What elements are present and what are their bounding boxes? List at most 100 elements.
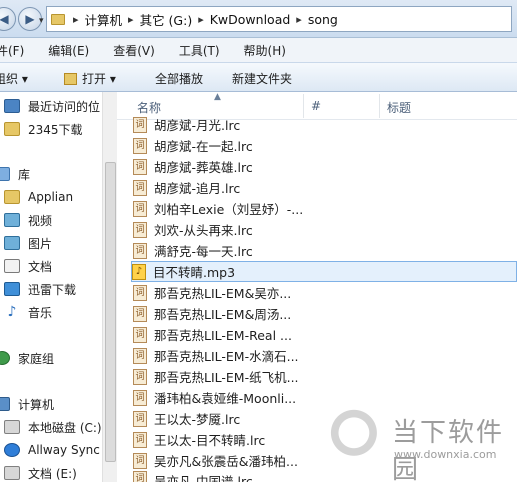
sidebar-item-label: 最近访问的位 bbox=[28, 99, 101, 114]
breadcrumb-separator: ▸ bbox=[73, 12, 79, 26]
menu-edit[interactable]: 编辑(E) bbox=[48, 42, 89, 59]
lyrics-file-icon: 词 bbox=[133, 347, 147, 364]
sidebar-scrollbar[interactable] bbox=[102, 92, 117, 482]
sidebar-item-libraries[interactable]: 库 bbox=[0, 164, 30, 184]
library-icon bbox=[0, 167, 10, 181]
breadcrumb-song[interactable]: song bbox=[304, 12, 342, 27]
folder-icon bbox=[4, 122, 20, 136]
file-name: 吴亦凡-中国谱.lrc bbox=[154, 474, 253, 482]
file-row[interactable]: 词满舒克-每一天.lrc bbox=[133, 240, 503, 261]
file-name: 那吾克热LIL-EM&周汤... bbox=[154, 307, 292, 322]
menu-tools[interactable]: 工具(T) bbox=[179, 42, 220, 59]
new-folder-button[interactable]: 新建文件夹 bbox=[232, 70, 292, 87]
file-name: 那吾克热LIL-EM-水滴石... bbox=[154, 349, 299, 364]
lyrics-file-icon: 词 bbox=[133, 452, 147, 469]
history-dropdown-icon[interactable]: ▾ bbox=[39, 16, 44, 26]
drive-icon bbox=[4, 466, 20, 480]
lyrics-file-icon: 词 bbox=[133, 471, 147, 482]
navigation-pane: 最近访问的位 2345下载 库 Applian 视频 图片 文档 迅雷下载 ♪ … bbox=[0, 92, 117, 482]
lyrics-file-icon: 词 bbox=[133, 431, 147, 448]
lyrics-file-icon: 词 bbox=[133, 158, 147, 175]
file-row[interactable]: 词那吾克热LIL-EM-水滴石... bbox=[133, 345, 503, 366]
file-row-selected[interactable]: ♪ 目不转睛.mp3 bbox=[131, 261, 517, 282]
file-row[interactable]: 词潘玮柏&袁娅维-Moonli... bbox=[133, 387, 503, 408]
lyrics-file-icon: 词 bbox=[133, 368, 147, 385]
open-icon bbox=[64, 73, 77, 85]
breadcrumb-kwdownload[interactable]: KwDownload bbox=[206, 12, 295, 27]
sidebar-item-pictures[interactable]: 图片 bbox=[4, 233, 52, 253]
file-row[interactable]: 词胡彦斌-月光.lrc bbox=[133, 114, 503, 135]
file-name: 胡彦斌-追月.lrc bbox=[154, 181, 241, 196]
sidebar-item-thunder[interactable]: 迅雷下载 bbox=[4, 279, 76, 299]
watermark-logo-icon bbox=[326, 408, 388, 470]
breadcrumb-separator: ▸ bbox=[296, 12, 302, 26]
file-row[interactable]: 词刘柏辛Lexie（刘昱妤）-... bbox=[133, 198, 503, 219]
sidebar-item-label: 文档 bbox=[28, 259, 53, 274]
sidebar-item-documents[interactable]: 文档 bbox=[4, 256, 52, 276]
organize-button[interactable]: 组织 ▾ bbox=[0, 70, 28, 87]
sidebar-scrollbar-thumb[interactable] bbox=[105, 162, 116, 462]
back-icon[interactable]: ◀ bbox=[0, 7, 16, 31]
sidebar-item-applian[interactable]: Applian bbox=[4, 187, 73, 207]
lyrics-file-icon: 词 bbox=[133, 305, 147, 322]
menu-help[interactable]: 帮助(H) bbox=[244, 42, 286, 59]
video-icon bbox=[4, 213, 20, 227]
breadcrumb[interactable]: ▸ 计算机 ▸ 其它 (G:) ▸ KwDownload ▸ song bbox=[46, 6, 512, 32]
sidebar-item-computer[interactable]: 计算机 bbox=[0, 394, 54, 414]
lyrics-file-icon: 词 bbox=[133, 137, 147, 154]
sidebar-item-label: 图片 bbox=[28, 236, 53, 251]
menu-file[interactable]: 件(F) bbox=[0, 42, 24, 59]
sidebar-item-drive-e[interactable]: 文档 (E:) bbox=[4, 463, 77, 483]
sidebar-item-label: 2345下载 bbox=[28, 122, 83, 137]
sidebar-item-2345[interactable]: 2345下载 bbox=[4, 119, 83, 139]
sidebar-item-drive-c[interactable]: 本地磁盘 (C:) bbox=[4, 417, 102, 437]
file-row[interactable]: 词刘欢-从头再来.lrc bbox=[133, 219, 503, 240]
file-row[interactable]: 词那吾克热LIL-EM-Real ... bbox=[133, 324, 503, 345]
breadcrumb-separator: ▸ bbox=[198, 12, 204, 26]
drive-icon bbox=[4, 420, 20, 434]
file-name: 那吾克热LIL-EM-Real ... bbox=[154, 328, 292, 343]
sidebar-item-label: 本地磁盘 (C:) bbox=[28, 420, 102, 435]
lyrics-file-icon: 词 bbox=[133, 221, 147, 238]
open-label: 打开 ▾ bbox=[82, 72, 116, 86]
sidebar-item-label: Allway Sync bbox=[28, 443, 100, 457]
sidebar-item-label: 文档 (E:) bbox=[28, 466, 77, 481]
file-row[interactable]: 词那吾克热LIL-EM-纸飞机... bbox=[133, 366, 503, 387]
file-name: 刘柏辛Lexie（刘昱妤）-... bbox=[154, 202, 304, 217]
menu-view[interactable]: 查看(V) bbox=[113, 42, 155, 59]
watermark-url: www.downxia.com bbox=[394, 448, 497, 461]
sidebar-item-homegroup[interactable]: 家庭组 bbox=[0, 348, 54, 368]
open-button[interactable]: 打开 ▾ bbox=[64, 70, 116, 87]
lyrics-file-icon: 词 bbox=[133, 116, 147, 133]
play-all-button[interactable]: 全部播放 bbox=[155, 70, 203, 87]
file-row[interactable]: 词胡彦斌-追月.lrc bbox=[133, 177, 503, 198]
sidebar-item-allway-sync[interactable]: Allway Sync bbox=[4, 440, 100, 460]
lyrics-file-icon: 词 bbox=[133, 200, 147, 217]
file-name: 满舒克-每一天.lrc bbox=[154, 244, 253, 259]
breadcrumb-computer[interactable]: 计算机 bbox=[81, 10, 127, 29]
lyrics-file-icon: 词 bbox=[133, 389, 147, 406]
sidebar-item-music[interactable]: ♪ 音乐 bbox=[4, 302, 52, 322]
folder-icon bbox=[51, 13, 65, 25]
file-row[interactable]: 词胡彦斌-在一起.lrc bbox=[133, 135, 503, 156]
command-bar: 组织 ▾ 打开 ▾ 全部播放 新建文件夹 bbox=[0, 62, 517, 92]
file-name: 胡彦斌-月光.lrc bbox=[154, 118, 241, 133]
file-row[interactable]: 词胡彦斌-葬英雄.lrc bbox=[133, 156, 503, 177]
watermark: 当下软件园 www.downxia.com bbox=[326, 408, 516, 485]
lyrics-file-icon: 词 bbox=[133, 410, 147, 427]
file-name: 刘欢-从头再来.lrc bbox=[154, 223, 253, 238]
music-icon: ♪ bbox=[4, 305, 20, 319]
breadcrumb-separator: ▸ bbox=[128, 12, 134, 26]
computer-icon bbox=[0, 397, 10, 411]
file-row[interactable]: 词那吾克热LIL-EM&吴亦... bbox=[133, 282, 503, 303]
sync-icon bbox=[4, 443, 20, 457]
breadcrumb-drive-g[interactable]: 其它 (G:) bbox=[136, 10, 197, 29]
sidebar-item-label: 计算机 bbox=[18, 397, 55, 412]
file-name: 潘玮柏&袁娅维-Moonli... bbox=[154, 391, 297, 406]
column-header-number[interactable]: # bbox=[311, 99, 321, 113]
sidebar-item-videos[interactable]: 视频 bbox=[4, 210, 52, 230]
file-row[interactable]: 词那吾克热LIL-EM&周汤... bbox=[133, 303, 503, 324]
sidebar-item-recent[interactable]: 最近访问的位 bbox=[4, 96, 100, 116]
sort-ascending-icon: ▲ bbox=[214, 92, 221, 102]
address-bar: ◀ ▶ ▾ ▸ 计算机 ▸ 其它 (G:) ▸ KwDownload ▸ son… bbox=[0, 0, 517, 38]
